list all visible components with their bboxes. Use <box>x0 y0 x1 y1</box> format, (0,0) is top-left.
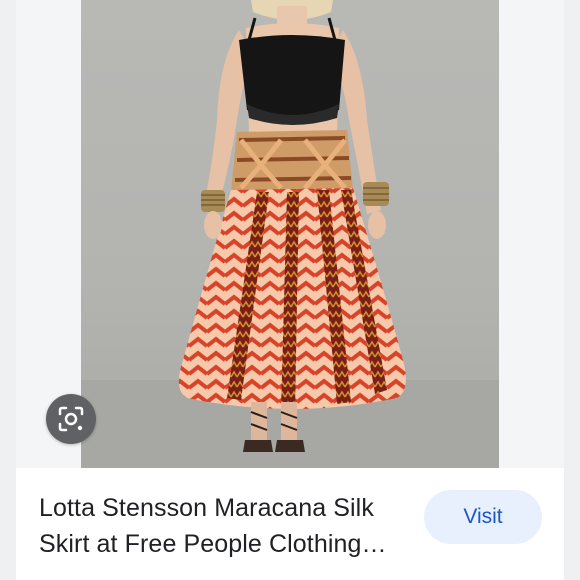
lens-search-button[interactable] <box>46 394 96 444</box>
model-wearing-skirt-illustration <box>81 0 499 468</box>
lens-camera-icon <box>58 406 84 432</box>
visit-button[interactable]: Visit <box>424 490 542 544</box>
result-image-area[interactable] <box>16 0 564 468</box>
product-photo[interactable] <box>81 0 499 468</box>
result-title[interactable]: Lotta Stensson Maracana Silk Skirt at Fr… <box>39 490 409 562</box>
result-info-panel: Lotta Stensson Maracana Silk Skirt at Fr… <box>16 468 564 580</box>
image-result-viewer: Lotta Stensson Maracana Silk Skirt at Fr… <box>0 0 580 580</box>
